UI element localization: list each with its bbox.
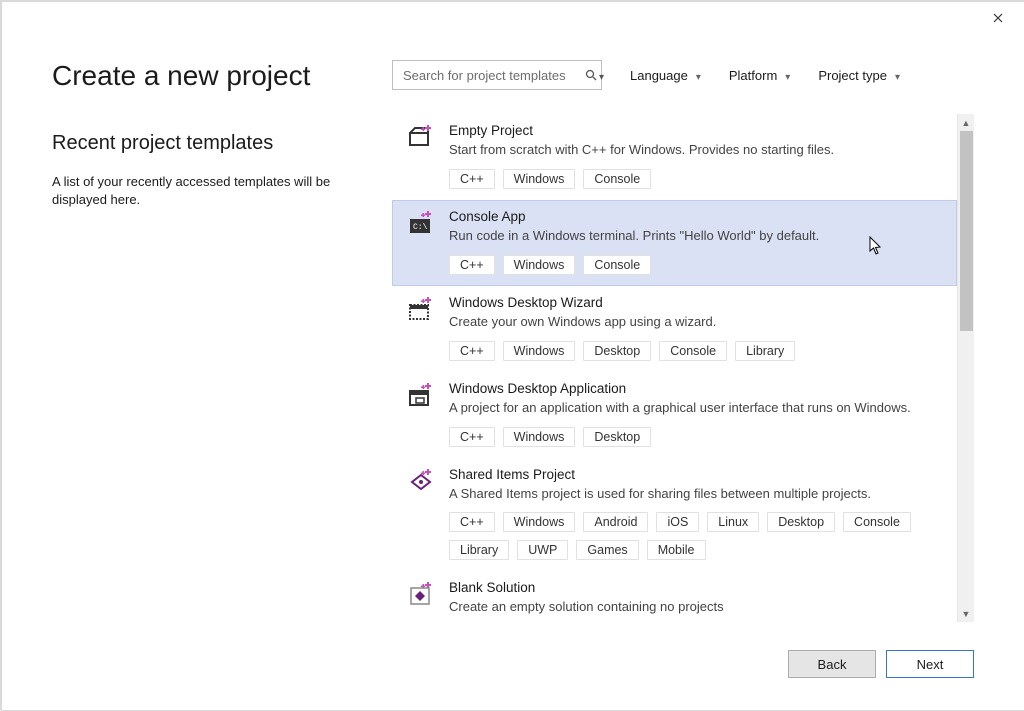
template-tag: C++ — [449, 512, 495, 532]
language-filter-label: Language — [630, 68, 688, 83]
platform-filter-label: Platform — [729, 68, 777, 83]
scroll-thumb[interactable] — [960, 131, 973, 331]
template-tag: C++ — [449, 341, 495, 361]
search-input[interactable] — [401, 67, 581, 84]
scroll-down-icon[interactable]: ▼ — [958, 605, 974, 622]
template-name: Blank Solution — [449, 580, 942, 595]
template-tag: C++ — [449, 255, 495, 275]
template-item[interactable]: Empty Project Start from scratch with C++… — [392, 114, 957, 200]
close-button[interactable] — [982, 6, 1014, 30]
svg-text:C:\: C:\ — [413, 223, 428, 232]
template-tag: C++ — [449, 169, 495, 189]
empty-project-icon — [407, 125, 435, 153]
page-title: Create a new project — [52, 60, 362, 92]
template-tag: Android — [583, 512, 648, 532]
template-tag: Windows — [503, 255, 576, 275]
search-icon[interactable] — [585, 69, 597, 81]
console-project-icon: C:\ — [407, 211, 435, 239]
template-description: A Shared Items project is used for shari… — [449, 486, 942, 503]
template-tag: Desktop — [767, 512, 835, 532]
template-tag: Desktop — [583, 341, 651, 361]
template-tags: C++ Windows Android iOS Linux Desktop Console L… — [449, 512, 942, 560]
template-item[interactable]: Blank Solution Create an empty solution c… — [392, 571, 957, 622]
template-tag: Console — [659, 341, 727, 361]
template-description: Run code in a Windows terminal. Prints "… — [449, 228, 942, 245]
template-tags: C++ Windows Desktop — [449, 427, 942, 447]
next-button[interactable]: Next — [886, 650, 974, 678]
template-name: Windows Desktop Wizard — [449, 295, 942, 310]
template-tag: Console — [583, 255, 651, 275]
shared-project-icon — [407, 469, 435, 497]
template-tag: Library — [449, 540, 509, 560]
template-tag: Windows — [503, 341, 576, 361]
template-tag: C++ — [449, 427, 495, 447]
recent-heading: Recent project templates — [52, 132, 362, 155]
template-tag: Console — [843, 512, 911, 532]
template-tag: Windows — [503, 427, 576, 447]
template-tag: Windows — [503, 512, 576, 532]
scrollbar[interactable]: ▲ ▼ — [957, 114, 974, 622]
chevron-down-icon — [895, 68, 900, 83]
search-dropdown-icon[interactable] — [599, 68, 604, 83]
template-item[interactable]: Windows Desktop Wizard Create your own Wi… — [392, 286, 957, 372]
template-tag: Console — [583, 169, 651, 189]
template-tags: C++ Windows Console — [449, 255, 942, 275]
template-tags: C++ Windows Console — [449, 169, 942, 189]
template-tag: iOS — [656, 512, 699, 532]
template-tag: Library — [735, 341, 795, 361]
close-icon — [993, 13, 1003, 23]
platform-filter[interactable]: Platform — [729, 68, 790, 83]
project-type-filter[interactable]: Project type — [818, 68, 900, 83]
template-tag: Windows — [503, 169, 576, 189]
recent-description: A list of your recently accessed templat… — [52, 173, 332, 208]
template-name: Windows Desktop Application — [449, 381, 942, 396]
template-tag: Mobile — [647, 540, 706, 560]
template-tags: C++ Windows Desktop Console Library — [449, 341, 942, 361]
back-button[interactable]: Back — [788, 650, 876, 678]
project-type-filter-label: Project type — [818, 68, 887, 83]
template-item[interactable]: Windows Desktop Application A project for… — [392, 372, 957, 458]
chevron-down-icon — [696, 68, 701, 83]
template-name: Console App — [449, 209, 942, 224]
template-item[interactable]: Shared Items Project A Shared Items proje… — [392, 458, 957, 572]
template-item[interactable]: C:\ Console App Run code in a Windows term… — [392, 200, 957, 286]
template-name: Empty Project — [449, 123, 942, 138]
template-list: Empty Project Start from scratch with C++… — [392, 114, 957, 622]
language-filter[interactable]: Language — [630, 68, 701, 83]
template-tag: UWP — [517, 540, 568, 560]
template-tag: Games — [576, 540, 638, 560]
chevron-down-icon — [785, 68, 790, 83]
solution-project-icon — [407, 582, 435, 610]
search-box[interactable] — [392, 60, 602, 90]
template-tag: Desktop — [583, 427, 651, 447]
template-tag: Linux — [707, 512, 759, 532]
template-description: Create an empty solution containing no p… — [449, 599, 942, 616]
template-description: Create your own Windows app using a wiza… — [449, 314, 942, 331]
wizard-project-icon — [407, 297, 435, 325]
scroll-up-icon[interactable]: ▲ — [958, 114, 974, 131]
template-description: A project for an application with a grap… — [449, 400, 942, 417]
desktop-project-icon — [407, 383, 435, 411]
template-name: Shared Items Project — [449, 467, 942, 482]
template-description: Start from scratch with C++ for Windows.… — [449, 142, 942, 159]
